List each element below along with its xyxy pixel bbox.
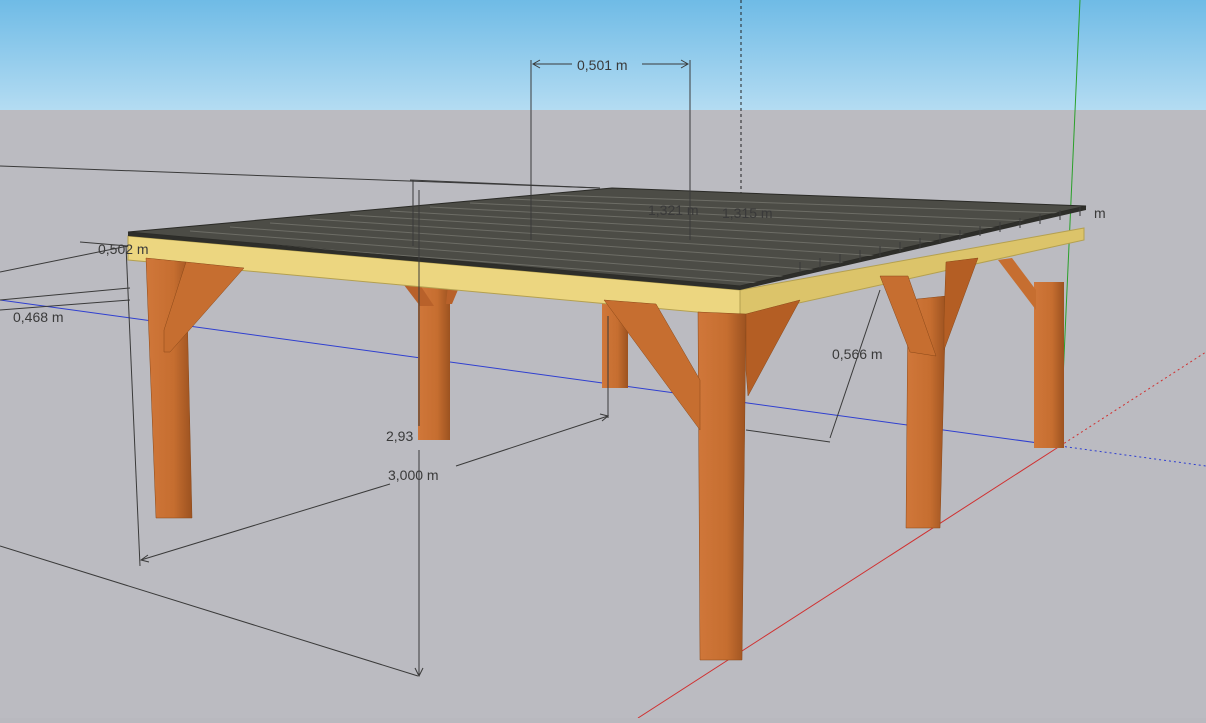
dim-label-top-span: 0,501 m [577, 57, 628, 73]
sketchup-3d-viewport[interactable]: 0,501 m 0,502 m 0,468 m 0,566 m 2,93 3,0… [0, 0, 1206, 719]
dim-label-right-bracket: 0,566 m [832, 346, 883, 362]
dim-label-rafter-repeat: m [1094, 205, 1106, 221]
dim-label-left-lower: 0,468 m [13, 309, 64, 325]
dim-label-roof-a: 1,321 m [648, 202, 699, 218]
dim-label-length: 3,000 m [388, 467, 439, 483]
dim-label-left-overhang: 0,502 m [98, 241, 149, 257]
dim-label-height: 2,93 [386, 428, 413, 444]
sky [0, 0, 1206, 110]
dim-label-roof-b: 1,315 m [722, 205, 773, 221]
